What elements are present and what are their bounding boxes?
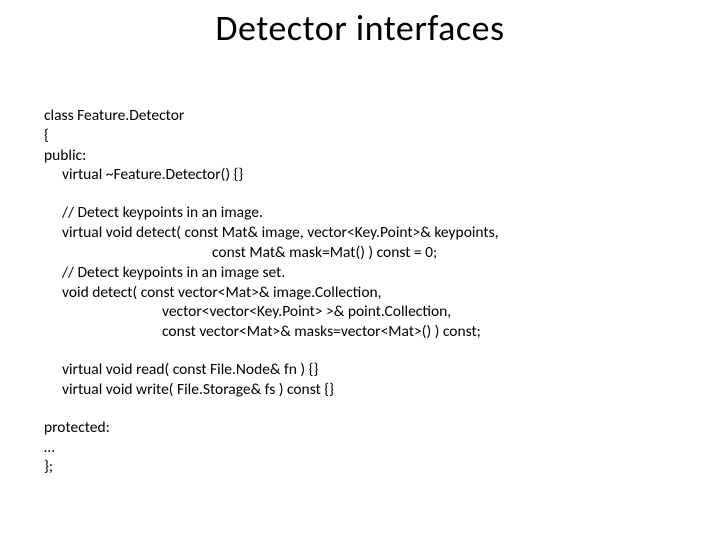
code-line: void detect( const vector<Mat>& image.Co…	[44, 283, 684, 303]
code-line: };	[44, 457, 684, 477]
code-line: {	[44, 126, 684, 146]
slide-title: Detector interfaces	[0, 6, 720, 50]
code-line: virtual void write( File.Storage& fs ) c…	[44, 380, 684, 400]
slide: Detector interfaces class Feature.Detect…	[0, 0, 720, 540]
code-line: virtual ~Feature.Detector() {}	[44, 165, 684, 185]
code-line: // Detect keypoints in an image.	[44, 203, 684, 223]
code-line: vector<vector<Key.Point> >& point.Collec…	[44, 302, 684, 322]
code-line: const vector<Mat>& masks=vector<Mat>() )…	[44, 322, 684, 342]
code-line: const Mat& mask=Mat() ) const = 0;	[44, 243, 684, 263]
code-line: virtual void read( const File.Node& fn )…	[44, 360, 684, 380]
code-block: class Feature.Detector { public: virtual…	[44, 106, 684, 477]
code-line: virtual void detect( const Mat& image, v…	[44, 223, 684, 243]
code-line: // Detect keypoints in an image set.	[44, 263, 684, 283]
code-line: protected:	[44, 418, 684, 438]
code-line: …	[44, 438, 684, 458]
code-line: class Feature.Detector	[44, 106, 684, 126]
code-line: public:	[44, 146, 684, 166]
